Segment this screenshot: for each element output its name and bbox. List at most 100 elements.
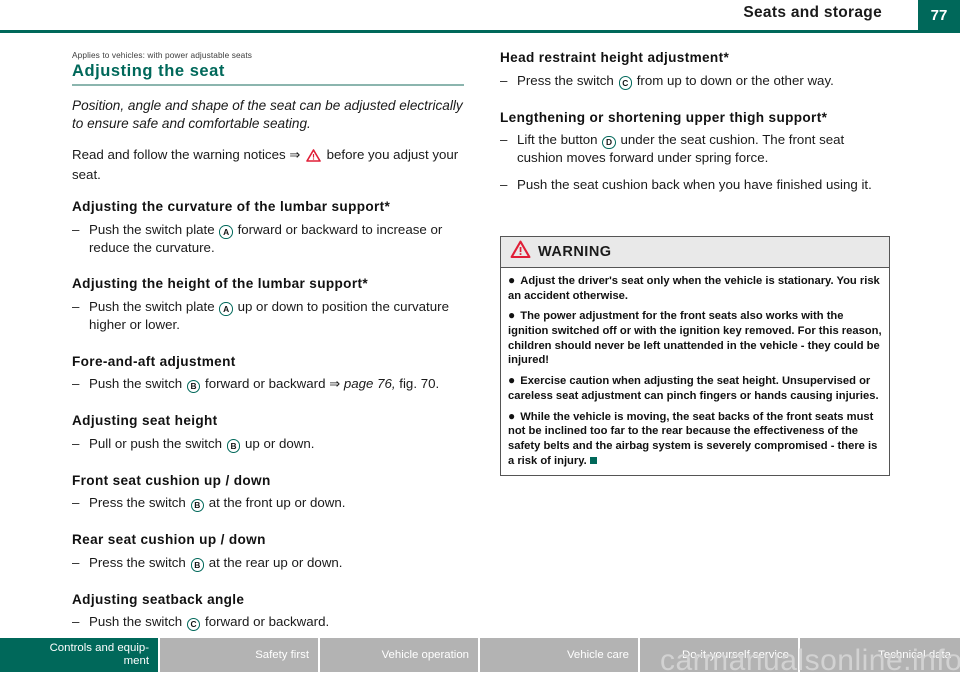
switch-marker-c: C	[618, 76, 633, 90]
footer-tab-label: Safety first	[255, 648, 309, 661]
footer-tab-label: Do-it-yourself service	[682, 648, 789, 661]
list-item: – Pull or push the switch B up or down.	[72, 435, 464, 453]
bullet-text-before: Lift the button	[517, 132, 598, 148]
warning-box-header: WARNING	[501, 237, 889, 268]
bullet-dash: –	[72, 298, 80, 314]
footer-tab-label: Controls and equip- ment	[49, 642, 149, 667]
heading-rear-cushion: Rear seat cushion up / down	[72, 532, 266, 548]
list-item: – Push the switch C forward or backward.	[72, 613, 464, 632]
warning-bullet-glyph: ●	[508, 373, 516, 388]
warning-bullet-glyph: ●	[508, 273, 516, 287]
bullet-dash: –	[500, 176, 508, 192]
bullet-text: Lift the button D under the seat cushion…	[517, 131, 892, 167]
bullet-text-before: Push the switch plate	[89, 221, 215, 237]
warning-bullet-glyph: ●	[508, 308, 516, 323]
bullet-text-before: Pull or push the switch	[89, 435, 223, 451]
switch-marker-a: A	[219, 302, 233, 316]
bullet-text: Push the switch plate A up or down to po…	[89, 298, 464, 334]
list-item: – Lift the button D under the seat cushi…	[500, 131, 892, 167]
bullet-text: Pull or push the switch B up or down.	[89, 435, 464, 453]
list-item: – Push the switch B forward or backward …	[72, 375, 464, 394]
warning-item: ● While the vehicle is moving, the seat b…	[508, 409, 882, 469]
footer-tab-do-it-yourself-service[interactable]: Do-it-yourself service	[640, 638, 800, 672]
bullet-text: Push the switch B forward or backward ⇒ …	[89, 375, 464, 394]
bullet-text-before: Press the switch	[89, 554, 186, 570]
list-item: – Push the switch plate A up or down to …	[72, 298, 464, 334]
bullet-dash: –	[72, 435, 80, 451]
bullet-text-after: forward or backward	[205, 376, 326, 392]
warning-box: WARNING ● Adjust the driver's seat only w…	[500, 236, 890, 477]
bullet-text-after: forward or backward.	[205, 614, 330, 630]
warning-item-text: The power adjustment for the front seats…	[508, 310, 882, 367]
arrow-glyph: ⇒	[289, 146, 301, 162]
bullet-dash: –	[72, 221, 80, 237]
bullet-text-after: at the front up or down.	[208, 495, 346, 511]
warning-item: ● Adjust the driver's seat only when the …	[508, 273, 882, 303]
heading-lumbar-curvature: Adjusting the curvature of the lumbar su…	[72, 199, 391, 215]
bullet-text-after: from up to down or the other way.	[636, 72, 834, 88]
switch-marker-b: B	[190, 498, 205, 513]
bullet-text-before: Push the switch	[89, 614, 183, 630]
cross-reference-link[interactable]: page 76,	[344, 376, 396, 391]
footer-tab-controls-and-equipment[interactable]: Controls and equip- ment	[0, 638, 160, 672]
bullet-text-tail: fig. 70.	[399, 376, 440, 392]
bullet-dash: –	[72, 614, 80, 630]
applies-to-kicker: Applies to vehicles: with power adjustab…	[72, 50, 253, 60]
footer-tab-label: Vehicle care	[566, 648, 629, 661]
switch-marker-c: C	[186, 617, 201, 632]
warning-item-text: While the vehicle is moving, the seat ba…	[508, 410, 878, 467]
list-item: – Push the seat cushion back when you ha…	[500, 176, 892, 194]
switch-marker-a: A	[219, 225, 233, 239]
switch-marker-b: B	[190, 558, 205, 572]
manual-page: Seats and storage 77 Applies to vehicles…	[0, 0, 960, 680]
bullet-text: Press the switch C from up to down or th…	[517, 72, 892, 90]
footer-tab-label: Technical data	[878, 648, 951, 661]
list-item: – Press the switch C from up to down or …	[500, 72, 892, 90]
page-number-badge: 77	[918, 0, 960, 30]
list-item: – Press the switch B at the rear up or d…	[72, 554, 464, 572]
bullet-text: Press the switch B at the rear up or dow…	[89, 554, 464, 572]
bullet-text-after: at the rear up or down.	[208, 554, 343, 570]
footer-tab-safety-first[interactable]: Safety first	[160, 638, 320, 672]
header-divider	[0, 30, 960, 33]
heading-seatback-angle: Adjusting seatback angle	[72, 591, 245, 607]
warning-item-text: Adjust the driver's seat only when the v…	[508, 275, 880, 302]
left-column: Applies to vehicles: with power adjustab…	[72, 50, 464, 635]
bullet-text-before: Push the switch	[89, 376, 183, 392]
section-title: Adjusting the seat	[72, 62, 225, 80]
heading-front-cushion: Front seat cushion up / down	[72, 472, 271, 488]
page-title: Seats and storage	[743, 4, 882, 21]
warning-item: ● The power adjustment for the front seat…	[508, 308, 882, 368]
footer-tab-vehicle-care[interactable]: Vehicle care	[480, 638, 640, 672]
warning-box-body: ● Adjust the driver's seat only when the …	[501, 268, 889, 475]
switch-marker-b: B	[186, 379, 201, 394]
bullet-dash: –	[72, 495, 80, 511]
heading-fore-and-aft: Fore-and-aft adjustment	[72, 353, 236, 369]
heading-seat-height: Adjusting seat height	[72, 413, 218, 429]
warning-triangle-icon	[510, 240, 531, 264]
arrow-glyph: ⇒	[329, 376, 341, 392]
bullet-text-before: Press the switch	[517, 72, 614, 88]
read-notice-paragraph: Read and follow the warning notices ⇒ be…	[72, 146, 464, 184]
footer-tab-technical-data[interactable]: Technical data	[800, 638, 960, 672]
section-end-marker	[589, 456, 597, 464]
footer-tab-label: Vehicle operation	[381, 648, 469, 661]
heading-lumbar-height: Adjusting the height of the lumbar suppo…	[72, 276, 368, 292]
title-underline	[72, 84, 464, 86]
bullet-text-before: Push the switch plate	[89, 298, 215, 314]
bullet-dash: –	[500, 72, 508, 88]
footer-tab-vehicle-operation[interactable]: Vehicle operation	[320, 638, 480, 672]
warning-item: ● Exercise caution when adjusting the sea…	[508, 373, 882, 403]
heading-head-restraint: Head restraint height adjustment*	[500, 50, 730, 65]
warning-item-text: Exercise caution when adjusting the seat…	[508, 375, 879, 402]
list-item: – Press the switch B at the front up or …	[72, 494, 464, 513]
footer-tab-bar: Controls and equip- ment Safety first Ve…	[0, 638, 960, 672]
bullet-text-after: up or down.	[244, 435, 315, 451]
bullet-text: Press the switch B at the front up or do…	[89, 494, 464, 513]
warning-bullet-glyph: ●	[508, 408, 516, 423]
read-notice-before: Read and follow the warning notices	[72, 146, 286, 162]
intro-paragraph: Position, angle and shape of the seat ca…	[72, 97, 463, 131]
warning-label: WARNING	[538, 244, 612, 260]
bullet-dash: –	[72, 376, 80, 392]
heading-thigh-support: Lengthening or shortening upper thigh su…	[500, 109, 828, 125]
